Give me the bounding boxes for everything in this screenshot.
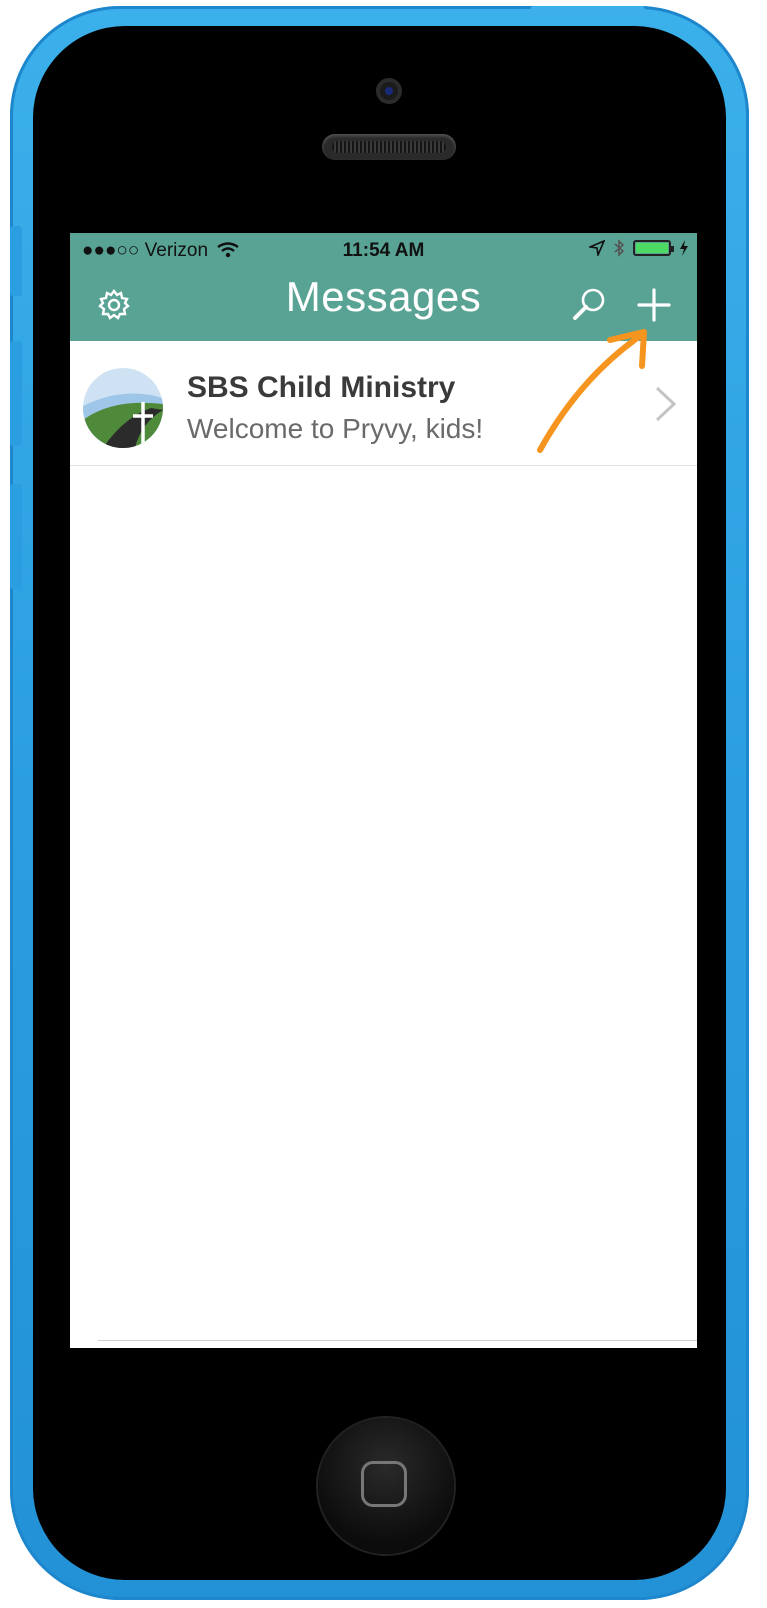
avatar [83, 368, 163, 448]
volume-up-button [10, 341, 22, 446]
home-button[interactable] [318, 1418, 454, 1554]
divider [98, 1340, 697, 1341]
bluetooth-icon [614, 239, 625, 257]
battery-fill [636, 243, 668, 253]
conversation-preview: Welcome to Pryvy, kids! [187, 413, 484, 444]
annotation-arrow-icon [537, 329, 647, 453]
location-icon [589, 240, 605, 256]
volume-down-button [10, 484, 22, 589]
ministry-logo-icon [83, 368, 163, 448]
conversation-name: SBS Child Ministry [187, 371, 456, 404]
charging-icon [680, 240, 688, 256]
mute-switch [10, 226, 22, 296]
status-bar: ●●●○○ Verizon 11:54 AM [70, 233, 697, 269]
home-square-icon [361, 1461, 407, 1507]
status-indicators [589, 239, 689, 257]
earpiece-speaker [322, 134, 456, 160]
power-button [530, 6, 645, 16]
front-camera [376, 78, 402, 104]
battery-icon [633, 240, 674, 256]
